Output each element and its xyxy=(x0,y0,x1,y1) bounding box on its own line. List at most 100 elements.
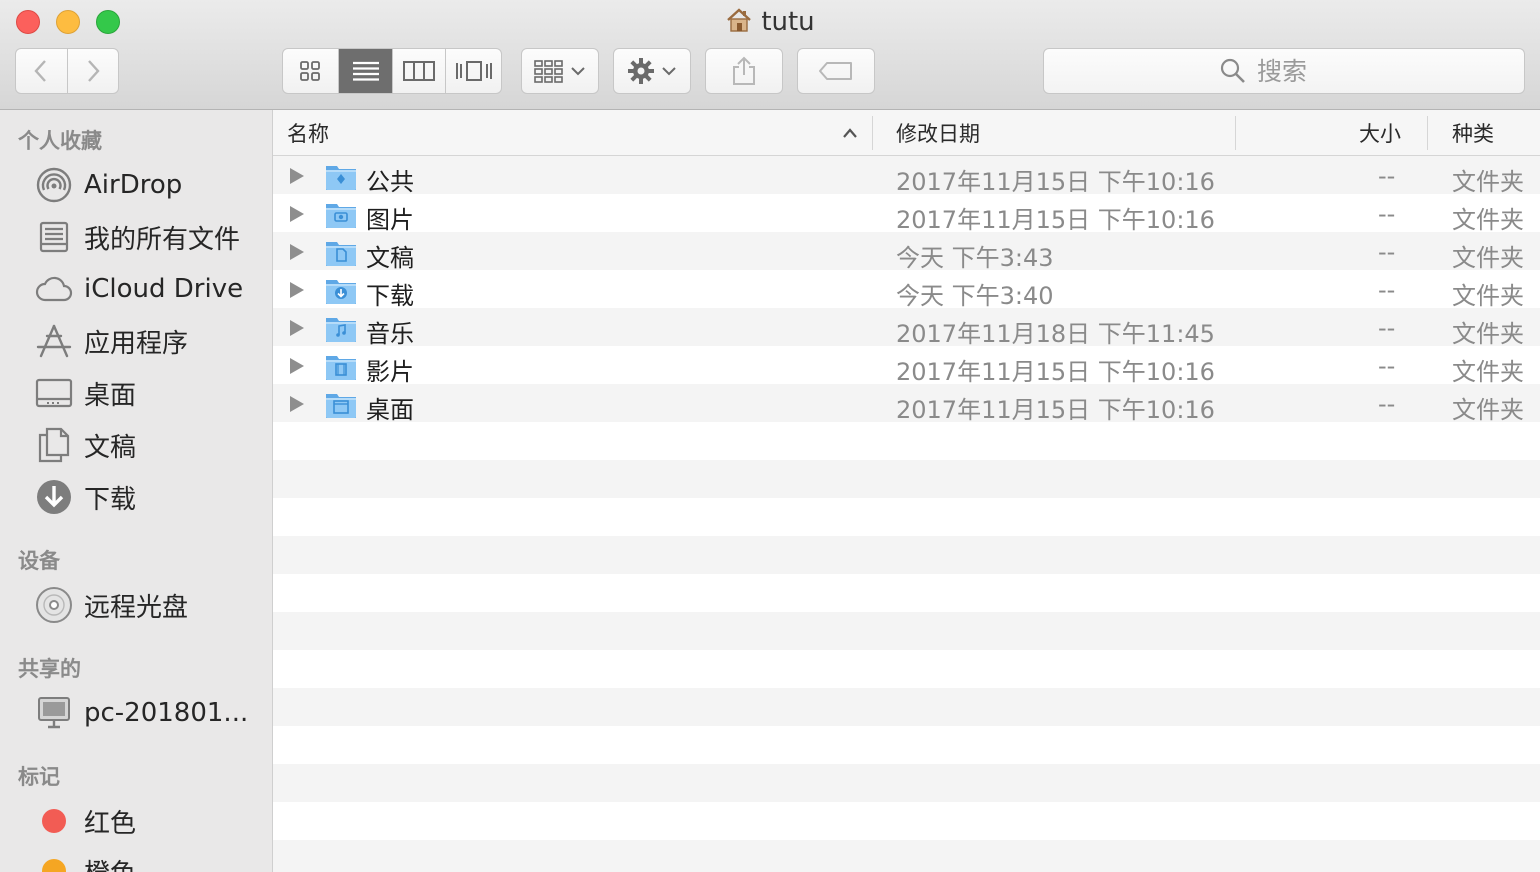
coverflow-icon xyxy=(455,61,492,81)
column-divider[interactable] xyxy=(872,116,873,150)
row-stripe xyxy=(273,574,1540,612)
search-field[interactable] xyxy=(1043,48,1525,94)
file-size: -- xyxy=(1378,200,1396,228)
file-row[interactable]: 文稿 今天 下午3:43 -- 文件夹 xyxy=(273,234,1540,272)
file-date: 2017年11月18日 下午11:45 xyxy=(896,320,1215,348)
file-kind: 文件夹 xyxy=(1452,358,1524,386)
file-kind: 文件夹 xyxy=(1452,244,1524,272)
sidebar-item-shared-pc[interactable]: pc-201801... xyxy=(0,690,272,736)
share-icon xyxy=(733,56,755,85)
sidebar-item-label: 我的所有文件 xyxy=(84,224,241,255)
back-button[interactable] xyxy=(16,49,68,93)
list-view-button[interactable] xyxy=(338,49,394,93)
file-row[interactable]: 影片 2017年11月15日 下午10:16 -- 文件夹 xyxy=(273,348,1540,386)
file-name: 下载 xyxy=(366,282,414,310)
sidebar-item-documents[interactable]: 文稿 xyxy=(0,422,272,468)
sidebar-item-all-files[interactable]: 我的所有文件 xyxy=(0,214,272,260)
column-header-name[interactable]: 名称 xyxy=(287,110,872,155)
tag-button[interactable] xyxy=(797,48,875,94)
disclosure-triangle-icon[interactable] xyxy=(290,168,304,184)
file-size: -- xyxy=(1378,238,1396,266)
sidebar-item-tag-orange[interactable]: 橙色 xyxy=(0,848,272,872)
sidebar-item-remote-disc[interactable]: 远程光盘 xyxy=(0,582,272,628)
sidebar-item-applications[interactable]: 应用程序 xyxy=(0,318,272,364)
column-header-date[interactable]: 修改日期 xyxy=(896,110,1226,155)
tag-orange-icon xyxy=(34,851,74,872)
column-header-name-label: 名称 xyxy=(287,121,329,146)
disclosure-triangle-icon[interactable] xyxy=(290,358,304,374)
column-view-button[interactable] xyxy=(393,49,447,93)
arrange-button[interactable] xyxy=(521,48,599,94)
row-stripe xyxy=(273,612,1540,650)
row-stripe xyxy=(273,840,1540,872)
row-stripe xyxy=(273,802,1540,840)
forward-button[interactable] xyxy=(68,49,119,93)
sidebar-item-label: 文稿 xyxy=(84,432,137,463)
nav-buttons xyxy=(15,48,119,94)
cloud-icon xyxy=(34,269,74,309)
folder-desktop-icon xyxy=(326,394,356,418)
sidebar-item-label: 应用程序 xyxy=(84,328,189,359)
icon-view-button[interactable] xyxy=(283,49,339,93)
file-row[interactable]: 图片 2017年11月15日 下午10:16 -- 文件夹 xyxy=(273,196,1540,234)
chevron-down-icon xyxy=(662,67,676,76)
sidebar-item-label: 远程光盘 xyxy=(84,592,189,623)
sidebar-item-icloud-drive[interactable]: iCloud Drive xyxy=(0,266,272,312)
folder-downloads-icon xyxy=(326,280,356,304)
row-stripe xyxy=(273,688,1540,726)
file-name: 文稿 xyxy=(366,244,414,272)
row-stripe xyxy=(273,726,1540,764)
row-stripe xyxy=(273,422,1540,460)
folder-music-icon xyxy=(326,318,356,342)
file-size: -- xyxy=(1378,314,1396,342)
tag-red-icon xyxy=(34,801,74,841)
column-divider[interactable] xyxy=(1427,116,1428,150)
view-mode-control xyxy=(282,48,502,94)
file-row[interactable]: 音乐 2017年11月18日 下午11:45 -- 文件夹 xyxy=(273,310,1540,348)
file-name: 图片 xyxy=(366,206,414,234)
disclosure-triangle-icon[interactable] xyxy=(290,244,304,260)
column-header-size[interactable]: 大小 xyxy=(1235,110,1401,155)
file-kind: 文件夹 xyxy=(1452,320,1524,348)
sidebar-item-label: AirDrop xyxy=(84,170,183,200)
folder-public-icon xyxy=(326,166,356,190)
disclosure-triangle-icon[interactable] xyxy=(290,282,304,298)
file-row[interactable]: 下载 今天 下午3:40 -- 文件夹 xyxy=(273,272,1540,310)
sidebar-item-downloads[interactable]: 下载 xyxy=(0,474,272,520)
column-header-kind[interactable]: 种类 xyxy=(1452,110,1540,155)
disclosure-triangle-icon[interactable] xyxy=(290,396,304,412)
file-size: -- xyxy=(1378,390,1396,418)
coverflow-view-button[interactable] xyxy=(446,49,501,93)
downloads-icon xyxy=(34,477,74,517)
folder-documents-icon xyxy=(326,242,356,266)
grid-icon xyxy=(300,61,321,81)
sidebar-section-favorites: 个人收藏 xyxy=(18,129,102,153)
file-kind: 文件夹 xyxy=(1452,282,1524,310)
sort-ascending-icon xyxy=(843,127,857,138)
share-button[interactable] xyxy=(705,48,783,94)
sidebar-item-tag-red[interactable]: 红色 xyxy=(0,798,272,844)
airdrop-icon xyxy=(34,165,74,205)
sidebar-item-label: iCloud Drive xyxy=(84,274,244,304)
folder-pictures-icon xyxy=(326,204,356,228)
file-row[interactable]: 桌面 2017年11月15日 下午10:16 -- 文件夹 xyxy=(273,386,1540,424)
folder-movies-icon xyxy=(326,356,356,380)
columns-icon xyxy=(403,61,436,81)
column-header-kind-label: 种类 xyxy=(1452,121,1494,146)
disc-icon xyxy=(34,585,74,625)
sidebar-item-label: pc-201801... xyxy=(84,698,249,728)
file-row[interactable]: 公共 2017年11月15日 下午10:16 -- 文件夹 xyxy=(273,158,1540,196)
window-title: tutu xyxy=(0,6,1540,37)
chevron-left-icon xyxy=(34,60,47,82)
disclosure-triangle-icon[interactable] xyxy=(290,320,304,336)
file-name: 公共 xyxy=(366,168,414,196)
row-stripe xyxy=(273,536,1540,574)
search-input[interactable] xyxy=(1255,55,1349,87)
file-date: 2017年11月15日 下午10:16 xyxy=(896,206,1215,234)
tag-icon xyxy=(819,62,852,80)
disclosure-triangle-icon[interactable] xyxy=(290,206,304,222)
sidebar-item-airdrop[interactable]: AirDrop xyxy=(0,162,272,208)
action-button[interactable] xyxy=(613,48,691,94)
column-header-row: 名称 修改日期 大小 种类 xyxy=(273,110,1540,156)
sidebar-item-desktop[interactable]: 桌面 xyxy=(0,370,272,416)
